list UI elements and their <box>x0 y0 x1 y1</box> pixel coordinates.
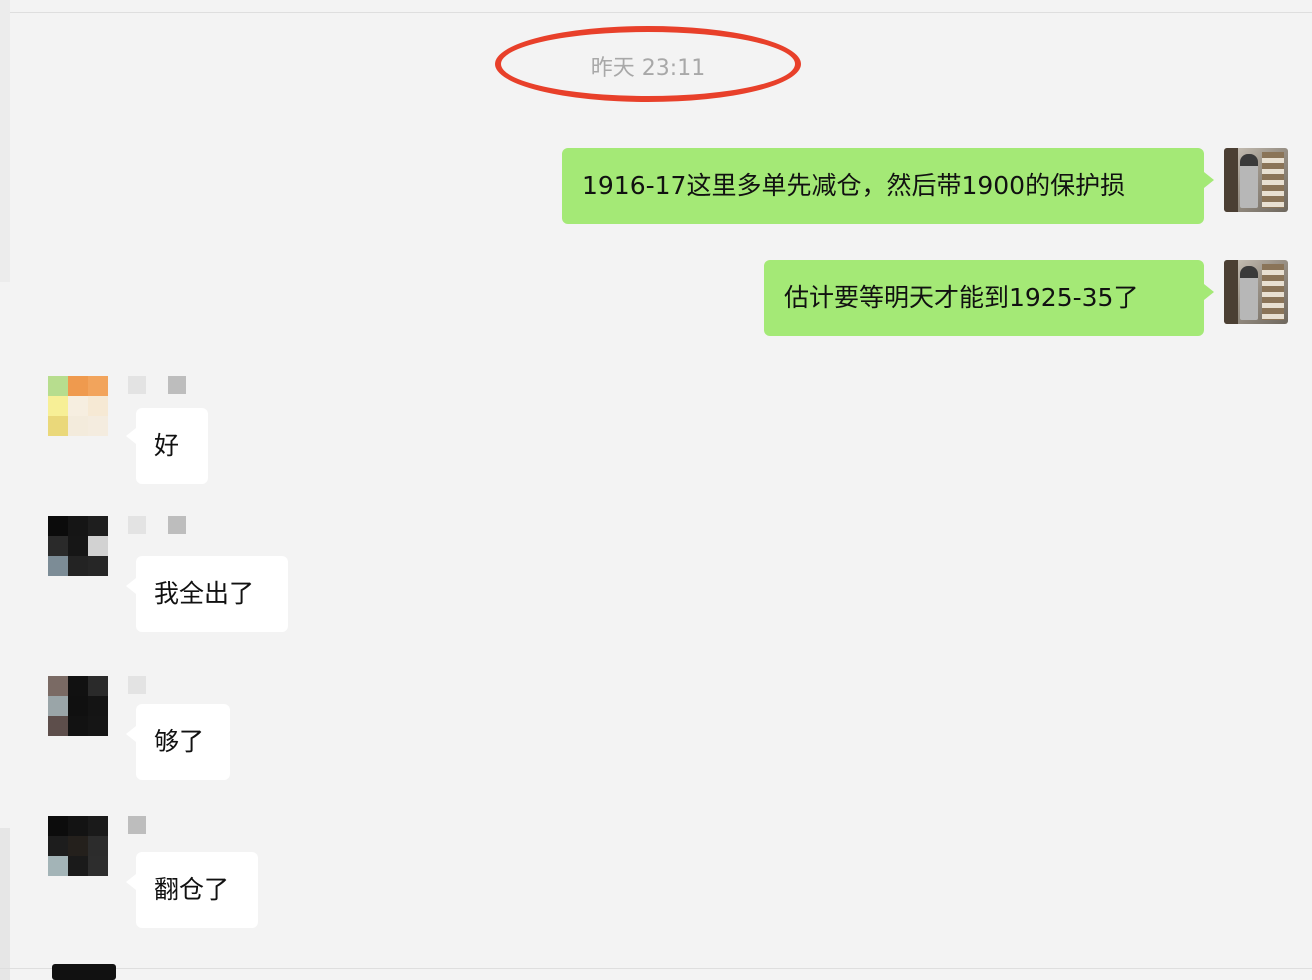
message-bubble-outgoing[interactable]: 估计要等明天才能到1925-35了 <box>764 260 1204 336</box>
contact-avatar[interactable] <box>48 516 108 576</box>
contact-avatar[interactable] <box>48 376 108 436</box>
message-text: 够了 <box>154 727 205 756</box>
bubble-tail <box>126 726 136 742</box>
bubble-tail <box>126 874 136 890</box>
sender-name-redacted <box>128 516 146 534</box>
message-text: 好 <box>154 431 180 460</box>
left-pane-edge <box>0 828 10 980</box>
message-text: 1916-17这里多单先减仓，然后带1900的保护损 <box>582 171 1126 200</box>
message-timestamp: 昨天 23:11 <box>590 56 706 81</box>
bubble-tail <box>1204 284 1214 300</box>
sender-name-redacted <box>168 516 186 534</box>
sender-name-redacted <box>128 676 146 694</box>
sender-name-redacted <box>128 816 146 834</box>
message-text: 我全出了 <box>154 579 255 608</box>
contact-avatar[interactable] <box>48 816 108 876</box>
message-bubble-incoming[interactable]: 够了 <box>136 704 230 780</box>
bubble-tail <box>126 578 136 594</box>
bubble-tail <box>1204 172 1214 188</box>
self-avatar[interactable] <box>1224 260 1288 324</box>
contact-avatar[interactable] <box>52 964 116 980</box>
message-text: 翻仓了 <box>154 875 230 904</box>
message-text: 估计要等明天才能到1925-35了 <box>784 283 1139 312</box>
bottom-divider <box>0 968 1312 969</box>
timestamp-annotation: 昨天 23:11 <box>495 26 801 102</box>
left-pane-edge <box>0 0 10 282</box>
contact-avatar[interactable] <box>48 676 108 736</box>
message-bubble-incoming[interactable]: 我全出了 <box>136 556 288 632</box>
top-divider <box>10 12 1312 13</box>
sender-name-redacted <box>168 376 186 394</box>
message-bubble-incoming[interactable]: 翻仓了 <box>136 852 258 928</box>
bubble-tail <box>126 428 136 444</box>
message-bubble-outgoing[interactable]: 1916-17这里多单先减仓，然后带1900的保护损 <box>562 148 1204 224</box>
sender-name-redacted <box>128 376 146 394</box>
message-bubble-incoming[interactable]: 好 <box>136 408 208 484</box>
self-avatar[interactable] <box>1224 148 1288 212</box>
